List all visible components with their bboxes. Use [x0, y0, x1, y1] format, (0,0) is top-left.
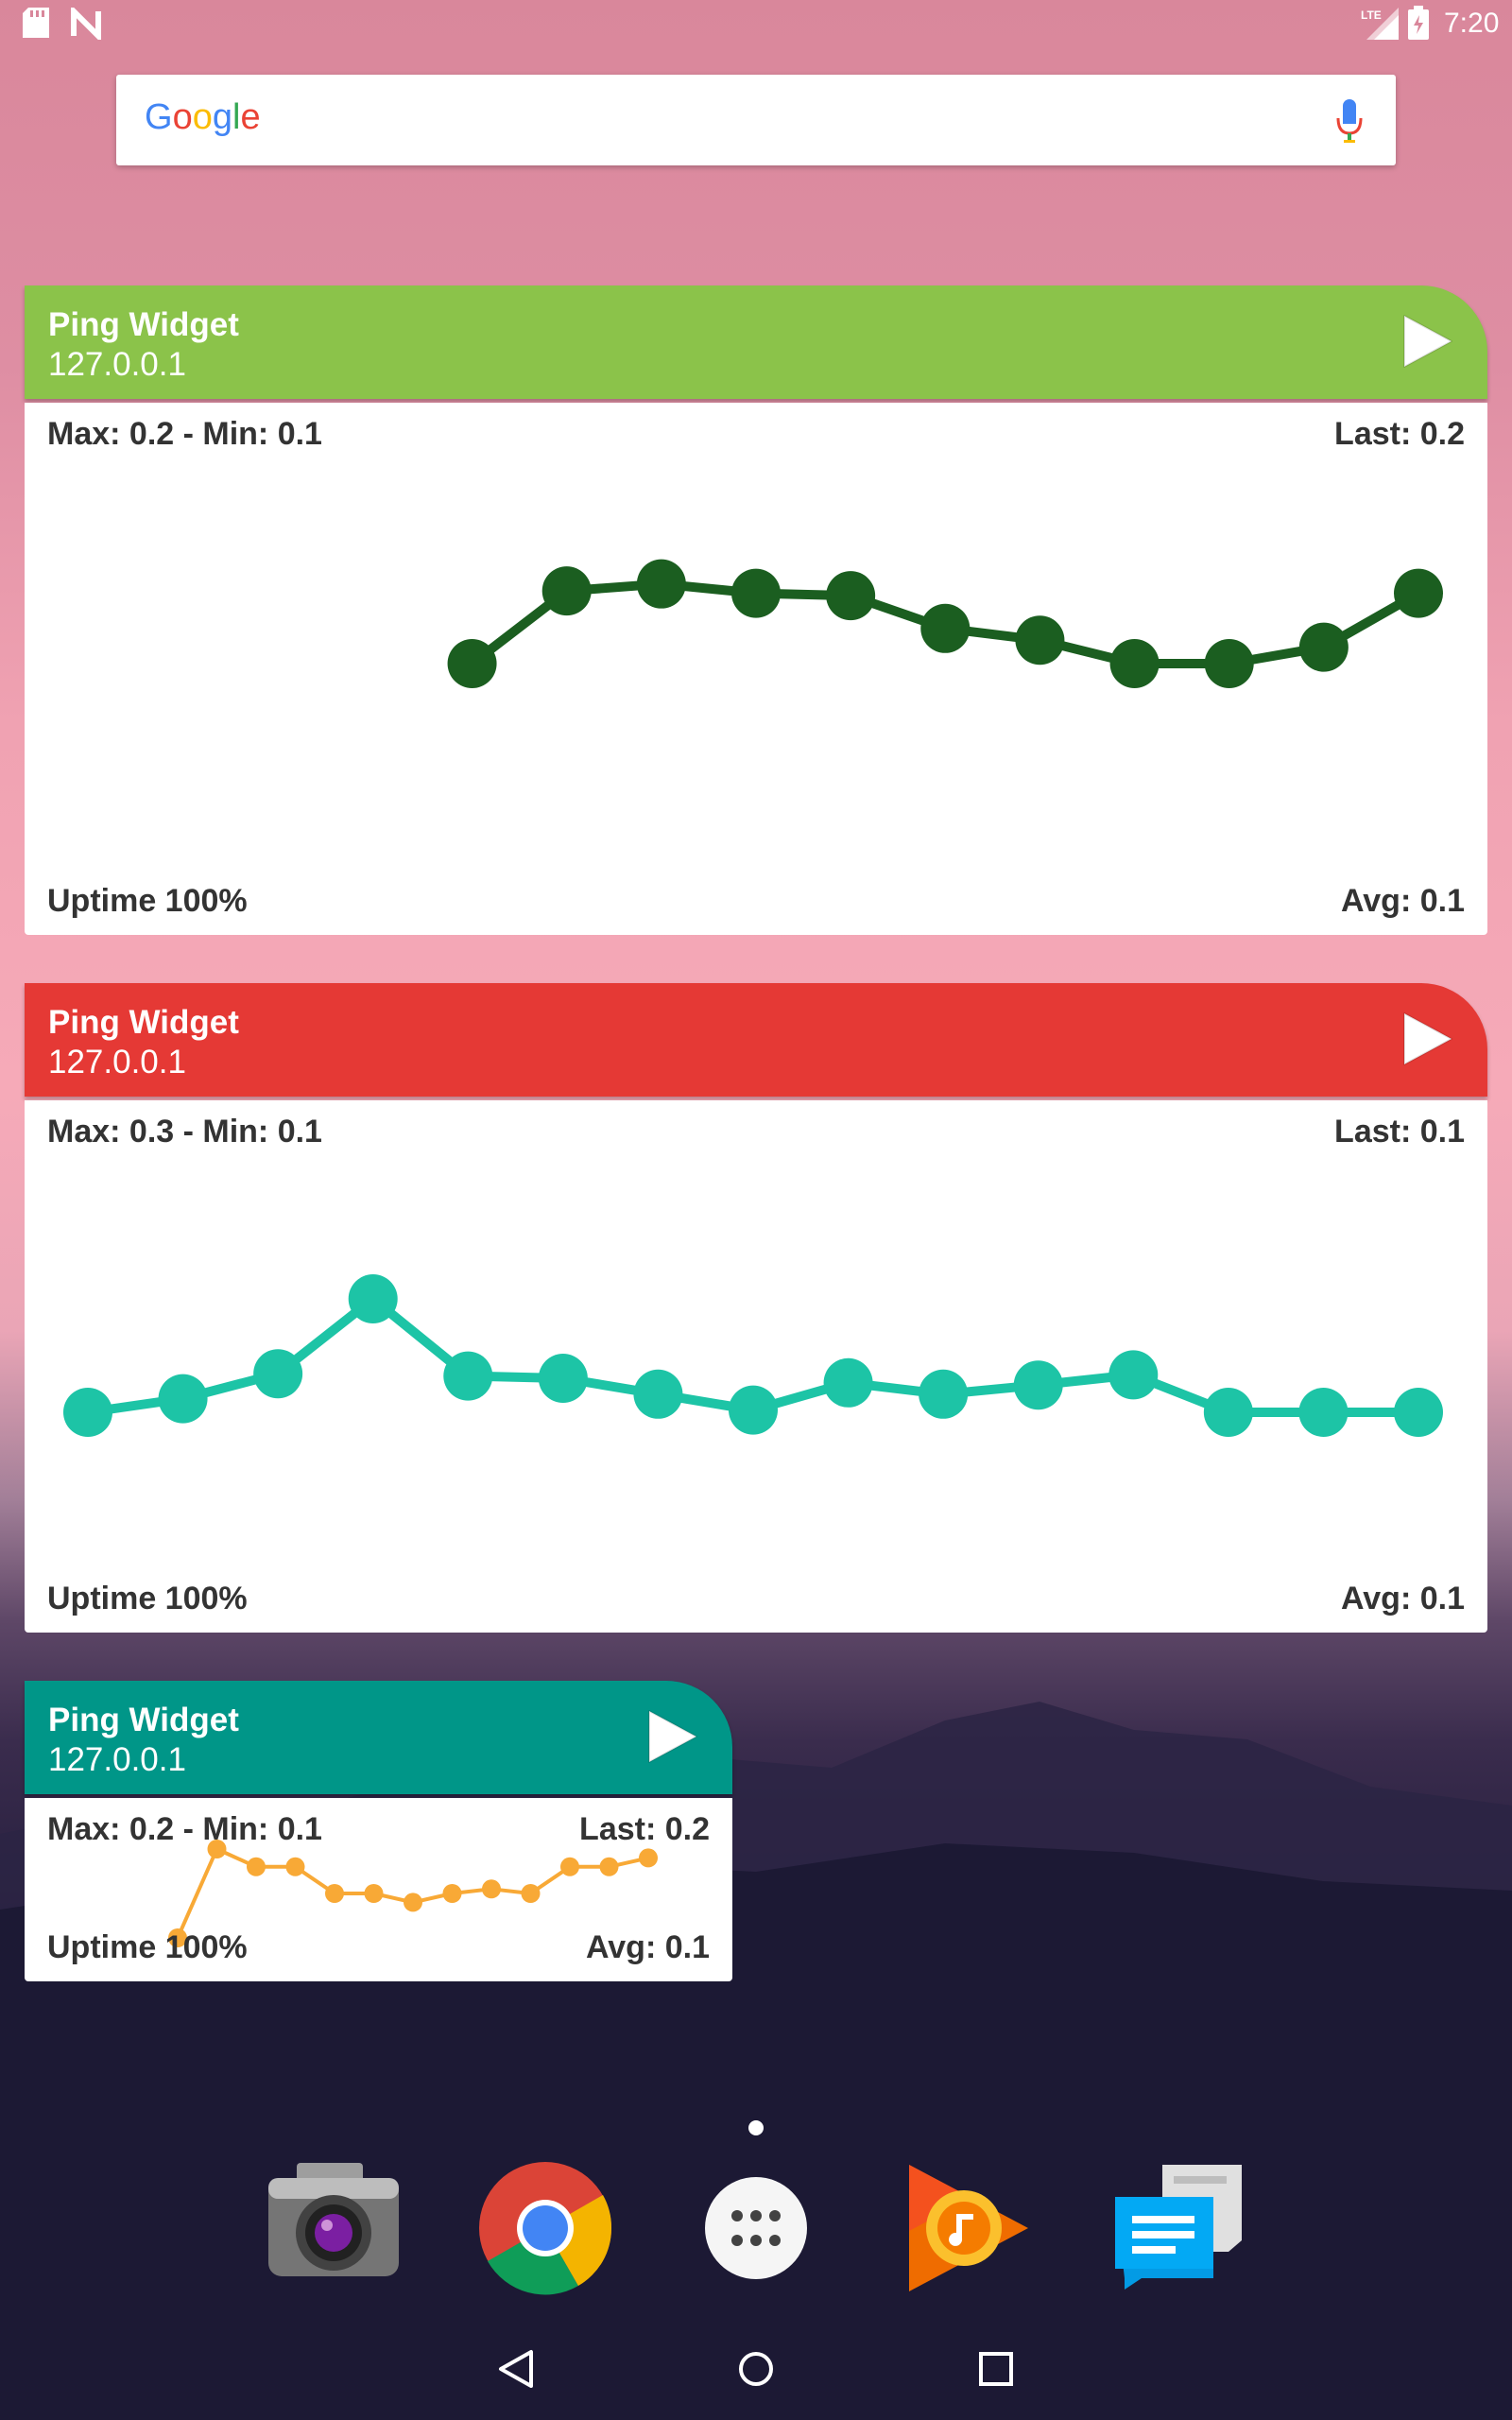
widget-title: Ping Widget [48, 306, 239, 343]
ping-data-point [482, 1879, 501, 1899]
ping-data-point [1298, 1388, 1349, 1437]
ping-widget[interactable]: Ping Widget 127.0.0.1 Max: 0.3 - Min: 0.… [25, 983, 1487, 1633]
ping-data-point [447, 639, 497, 688]
ping-data-point [285, 1857, 305, 1876]
ping-data-point [253, 1349, 303, 1399]
widget-host: 127.0.0.1 [48, 1044, 186, 1080]
home-icon[interactable] [728, 2341, 784, 2397]
ping-data-point [1394, 1388, 1443, 1437]
camera-app-icon[interactable] [263, 2157, 404, 2299]
ping-widget[interactable]: Ping Widget 127.0.0.1 Max: 0.2 - Min: 0.… [25, 1681, 732, 1981]
widget-body: Max: 0.2 - Min: 0.1 Last: 0.2 Uptime 100… [25, 1798, 732, 1981]
uptime-label: Uptime 100% [47, 1581, 248, 1616]
ping-data-point [599, 1857, 619, 1876]
google-logo: Google [145, 97, 261, 138]
widget-header: Ping Widget 127.0.0.1 [25, 1681, 732, 1794]
play-icon[interactable] [1400, 1010, 1455, 1068]
widget-title: Ping Widget [48, 1004, 239, 1041]
widget-header: Ping Widget 127.0.0.1 [25, 983, 1487, 1097]
ping-data-point [1013, 1360, 1063, 1410]
ping-data-point [1108, 1350, 1159, 1400]
ping-data-point [247, 1857, 266, 1876]
nfc-icon [71, 8, 101, 40]
ping-data-point [636, 559, 686, 609]
signal-icon: LTE [1361, 8, 1399, 40]
avg-label: Avg: 0.1 [1340, 883, 1465, 919]
ping-data-point [538, 1354, 588, 1403]
avg-label: Avg: 0.1 [585, 1929, 710, 1965]
ping-data-point [1203, 1388, 1253, 1437]
ping-data-point [729, 1385, 778, 1435]
uptime-label: Uptime 100% [47, 883, 248, 919]
ping-data-point [325, 1884, 344, 1903]
page-indicator-dot [748, 2120, 764, 2135]
widget-host: 127.0.0.1 [48, 346, 186, 383]
ping-data-point [560, 1857, 579, 1876]
chrome-app-icon[interactable] [474, 2157, 616, 2299]
max-min-label: Max: 0.2 - Min: 0.1 [47, 416, 322, 452]
ping-data-point [1109, 639, 1160, 688]
last-label: Last: 0.2 [1334, 416, 1465, 452]
google-logo-letter: G [145, 97, 173, 137]
ping-data-point [404, 1893, 422, 1912]
ping-data-point [731, 568, 781, 618]
google-logo-letter: g [212, 97, 232, 137]
ping-data-point [541, 566, 592, 616]
ping-data-point [823, 1357, 873, 1408]
avg-label: Avg: 0.1 [1340, 1581, 1465, 1616]
back-icon[interactable] [488, 2341, 544, 2397]
ping-data-point [158, 1374, 208, 1424]
google-search-bar[interactable]: Google [116, 75, 1396, 165]
status-bar: LTE 7:20 [0, 0, 1512, 47]
uptime-label: Uptime 100% [47, 1929, 248, 1965]
messenger-app-icon[interactable] [1108, 2157, 1249, 2299]
ping-data-point [920, 603, 971, 653]
ping-chart [63, 1274, 1443, 1437]
ping-data-point [63, 1388, 112, 1437]
ping-data-point [521, 1884, 541, 1903]
recents-icon[interactable] [968, 2341, 1024, 2397]
play-music-app-icon[interactable] [896, 2157, 1038, 2299]
play-icon[interactable] [1400, 312, 1455, 371]
widget-host: 127.0.0.1 [48, 1741, 186, 1778]
ping-data-point [364, 1884, 384, 1903]
ping-widget[interactable]: Ping Widget 127.0.0.1 Max: 0.2 - Min: 0.… [25, 285, 1487, 935]
ping-data-point [1298, 622, 1349, 672]
ping-data-point [442, 1884, 462, 1903]
google-logo-letter: e [240, 97, 261, 137]
google-logo-letter: o [172, 97, 193, 137]
navigation-bar [0, 2322, 1512, 2420]
battery-icon [1408, 6, 1429, 40]
network-type-label: LTE [1361, 9, 1382, 22]
ping-data-point [1204, 639, 1254, 688]
status-clock: 7:20 [1444, 8, 1500, 39]
ping-data-point [633, 1369, 683, 1419]
max-min-label: Max: 0.3 - Min: 0.1 [47, 1114, 322, 1150]
ping-data-point [826, 571, 876, 621]
sd-card-icon [23, 8, 49, 38]
widget-header: Ping Widget 127.0.0.1 [25, 285, 1487, 399]
play-icon[interactable] [645, 1707, 700, 1766]
widget-title: Ping Widget [48, 1702, 239, 1738]
widget-body: Max: 0.3 - Min: 0.1 Last: 0.1 Uptime 100… [25, 1100, 1487, 1633]
ping-data-point [443, 1351, 493, 1401]
app-drawer-icon[interactable] [685, 2157, 827, 2299]
ping-data-point [348, 1274, 398, 1323]
ping-data-point [207, 1840, 227, 1858]
last-label: Last: 0.1 [1334, 1114, 1465, 1150]
ping-data-point [1015, 615, 1065, 666]
ping-chart [447, 559, 1443, 688]
google-logo-letter: o [192, 97, 213, 137]
ping-data-point [639, 1848, 658, 1868]
widget-body: Max: 0.2 - Min: 0.1 Last: 0.2 Uptime 100… [25, 403, 1487, 935]
ping-data-point [919, 1369, 969, 1419]
ping-data-point [1394, 568, 1443, 618]
microphone-icon[interactable] [1335, 97, 1364, 145]
